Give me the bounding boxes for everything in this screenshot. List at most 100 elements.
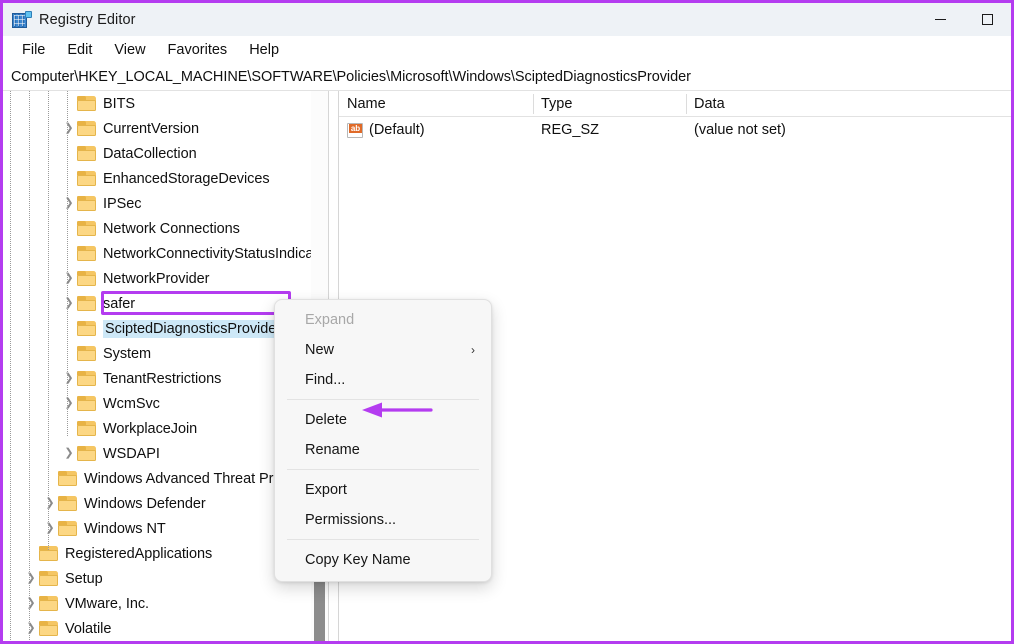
column-header-data[interactable]: Data: [686, 91, 1011, 117]
folder-icon: [77, 396, 96, 411]
values-list: ab(Default)REG_SZ(value not set): [339, 117, 1011, 143]
tree-item-enhancedstoragedevices[interactable]: ❯EnhancedStorageDevices: [3, 166, 311, 191]
maximize-button[interactable]: [964, 3, 1011, 36]
tree-item-system[interactable]: ❯System: [3, 341, 311, 366]
tree-item-label: Windows NT: [84, 521, 166, 537]
value-name-cell: ab(Default): [347, 122, 425, 138]
chevron-right-icon[interactable]: ❯: [61, 291, 77, 316]
menu-favorites[interactable]: Favorites: [157, 40, 239, 60]
tree-indent: [3, 466, 42, 491]
folder-icon: [77, 221, 96, 236]
tree-item-vmware-inc[interactable]: ❯VMware, Inc.: [3, 591, 311, 616]
tree-indent: [3, 191, 61, 216]
tree-item-volatile[interactable]: ❯ Volatile: [3, 616, 311, 641]
tree-item-workplacejoin[interactable]: ❯WorkplaceJoin: [3, 416, 311, 441]
context-menu-item-permissions[interactable]: Permissions...: [275, 505, 491, 535]
maximize-icon: [982, 14, 993, 25]
tree-item-safer[interactable]: ❯ safer: [3, 291, 311, 316]
context-menu[interactable]: Expand New › Find... Delete Rename ExportPermi…: [274, 299, 492, 582]
context-menu-item-copy-key-name[interactable]: Copy Key Name: [275, 545, 491, 575]
registry-tree[interactable]: ❯BITS❯CurrentVersion❯DataCollection❯Enha…: [3, 91, 311, 644]
tree-item-label: System: [103, 346, 151, 362]
delete-arrow-annotation: [360, 401, 433, 419]
value-type-cell: REG_SZ: [541, 122, 599, 138]
chevron-right-icon[interactable]: ❯: [23, 616, 39, 641]
chevron-right-icon[interactable]: ❯: [61, 366, 77, 391]
tree-spacer-icon: ❯: [23, 541, 39, 566]
chevron-right-icon: ›: [471, 343, 475, 357]
tree-item-label: Network Connections: [103, 221, 240, 237]
tree-item-wcmsvc[interactable]: ❯ WcmSvc: [3, 391, 311, 416]
column-header-name[interactable]: Name: [339, 91, 533, 117]
chevron-right-icon[interactable]: ❯: [61, 266, 77, 291]
tree-item-windows-defender[interactable]: ❯ Windows Defender: [3, 491, 311, 516]
context-menu-item-label: Delete: [305, 412, 347, 428]
context-menu-item-export[interactable]: Export: [275, 475, 491, 505]
tree-item-registeredapplications[interactable]: ❯RegisteredApplications: [3, 541, 311, 566]
tree-indent: [3, 216, 61, 241]
tree-item-networkconnectivitystatusindicator[interactable]: ❯NetworkConnectivityStatusIndicator: [3, 241, 311, 266]
tree-guide-line: [29, 91, 30, 644]
tree-indent: [3, 366, 61, 391]
context-menu-item-new[interactable]: New ›: [275, 335, 491, 365]
minimize-icon: [935, 19, 946, 20]
context-menu-item-label: New: [305, 342, 334, 358]
tree-item-setup[interactable]: ❯Setup: [3, 566, 311, 591]
folder-icon: [77, 446, 96, 461]
tree-spacer-icon: ❯: [61, 416, 77, 441]
folder-icon: [77, 346, 96, 361]
context-menu-item-rename[interactable]: Rename: [275, 435, 491, 465]
tree-indent: [3, 566, 23, 591]
tree-item-windows-advanced-threat-protection[interactable]: ❯Windows Advanced Threat Protection: [3, 466, 311, 491]
tree-item-networkprovider[interactable]: ❯NetworkProvider: [3, 266, 311, 291]
minimize-button[interactable]: [917, 3, 964, 36]
tree-indent: [3, 491, 42, 516]
menu-file[interactable]: File: [11, 40, 56, 60]
folder-icon: [77, 196, 96, 211]
context-menu-item-label: Expand: [305, 312, 354, 328]
tree-indent: [3, 441, 61, 466]
menu-view[interactable]: View: [103, 40, 156, 60]
folder-icon: [77, 321, 96, 336]
menu-help[interactable]: Help: [238, 40, 290, 60]
chevron-right-icon[interactable]: ❯: [42, 491, 58, 516]
tree-spacer-icon: ❯: [61, 216, 77, 241]
chevron-right-icon[interactable]: ❯: [61, 191, 77, 216]
tree-item-label: Volatile: [65, 621, 111, 637]
chevron-right-icon[interactable]: ❯: [23, 566, 39, 591]
tree-item-windows-nt[interactable]: ❯ Windows NT: [3, 516, 311, 541]
tree-spacer-icon: ❯: [61, 316, 77, 341]
tree-item-datacollection[interactable]: ❯DataCollection: [3, 141, 311, 166]
context-menu-item-find[interactable]: Find...: [275, 365, 491, 395]
folder-icon: [58, 471, 77, 486]
chevron-right-icon[interactable]: ❯: [42, 516, 58, 541]
tree-item-label: WcmSvc: [103, 396, 160, 412]
address-bar[interactable]: Computer\HKEY_LOCAL_MACHINE\SOFTWARE\Pol…: [3, 63, 1011, 91]
tree-item-currentversion[interactable]: ❯ CurrentVersion: [3, 116, 311, 141]
chevron-right-icon[interactable]: ❯: [61, 441, 77, 466]
tree-item-label: SciptedDiagnosticsProvider: [103, 320, 283, 338]
tree-indent: [3, 391, 61, 416]
tree-indent: [3, 616, 23, 641]
tree-indent: [3, 541, 23, 566]
tree-item-network-connections[interactable]: ❯ Network Connections: [3, 216, 311, 241]
tree-indent: [3, 316, 61, 341]
tree-item-label: NetworkConnectivityStatusIndicator: [103, 246, 311, 262]
tree-indent: [3, 91, 61, 116]
tree-item-label: Windows Defender: [84, 496, 206, 512]
context-menu-item-label: Rename: [305, 442, 360, 458]
chevron-right-icon[interactable]: ❯: [61, 391, 77, 416]
menu-edit[interactable]: Edit: [56, 40, 103, 60]
tree-item-wsdapi[interactable]: ❯WSDAPI: [3, 441, 311, 466]
tree-item-tenantrestrictions[interactable]: ❯TenantRestrictions: [3, 366, 311, 391]
value-row[interactable]: ab(Default)REG_SZ(value not set): [339, 117, 1011, 143]
column-header-type[interactable]: Type: [533, 91, 686, 117]
tree-item-ipsec[interactable]: ❯IPSec: [3, 191, 311, 216]
values-column-headers: Name Type Data: [339, 91, 1011, 117]
tree-item-label: CurrentVersion: [103, 121, 199, 137]
tree-item-label: safer: [103, 296, 135, 312]
chevron-right-icon[interactable]: ❯: [61, 116, 77, 141]
tree-item-scipteddiagnosticsprovider[interactable]: ❯ SciptedDiagnosticsProvider: [3, 316, 311, 341]
tree-item-bits[interactable]: ❯BITS: [3, 91, 311, 116]
chevron-right-icon[interactable]: ❯: [23, 591, 39, 616]
